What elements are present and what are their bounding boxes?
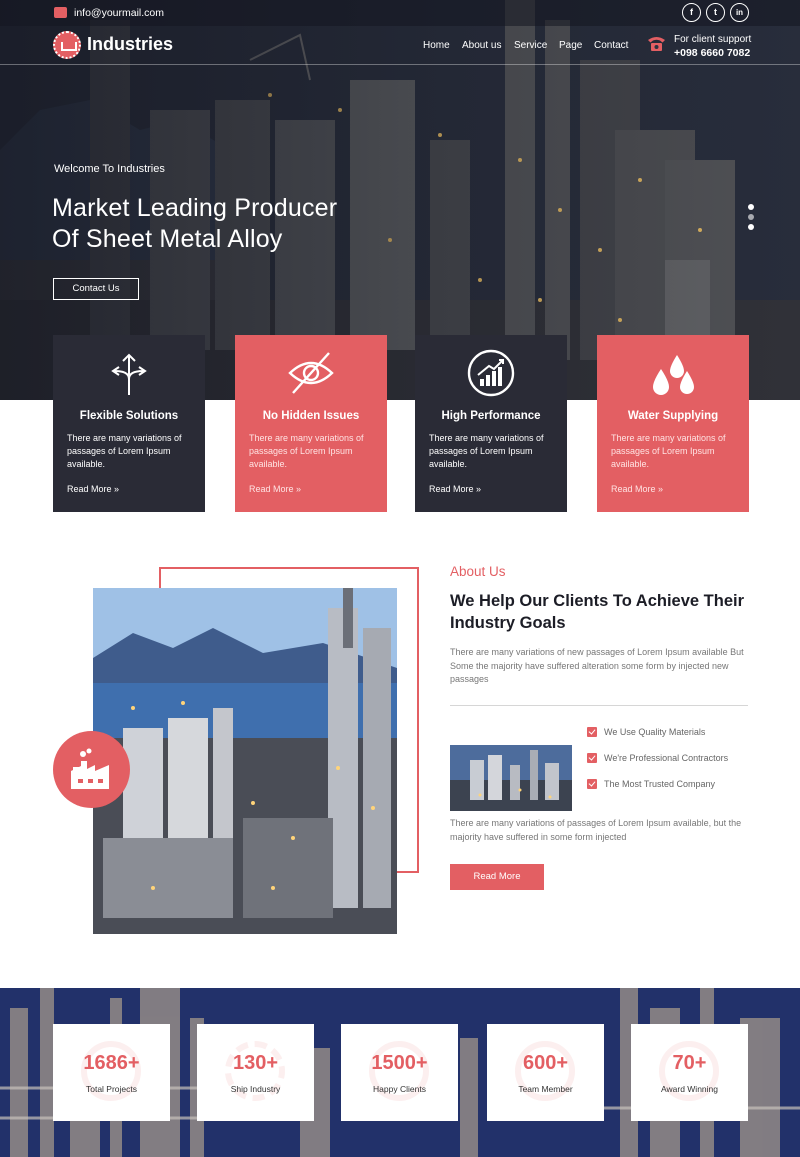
feature-desc: There are many variations of passages of… (611, 433, 726, 469)
double-chevron-icon: » (114, 484, 120, 494)
stat-value: 1686+ (83, 1052, 140, 1074)
about-title: We Help Our Clients To Achieve Their Ind… (450, 592, 745, 632)
stat-card-awards: 70+ Award Winning (631, 1024, 748, 1121)
read-more-link[interactable]: Read More » (249, 484, 301, 494)
feature-card-water: Water Supplying There are many variation… (597, 335, 749, 512)
growth-chart-icon (467, 349, 515, 397)
feature-title: No Hidden Issues (262, 410, 360, 422)
phone-icon (648, 37, 665, 51)
feature-desc: There are many variations of passages of… (249, 433, 364, 469)
slider-dot-3[interactable] (748, 224, 754, 230)
check-icon (587, 779, 597, 789)
stat-value: 600+ (522, 1052, 569, 1074)
stat-value: 70+ (672, 1052, 707, 1074)
read-more-label: Read More (249, 484, 294, 494)
stat-card-team: 600+ Team Member (487, 1024, 604, 1121)
feature-desc: There are many variations of passages of… (429, 433, 544, 469)
brand-name[interactable]: Industries (87, 34, 173, 55)
feature-desc: There are many variations of passages of… (67, 433, 182, 469)
stat-label: Award Winning (660, 1084, 718, 1094)
nav-about[interactable]: About us (462, 40, 501, 51)
read-more-link[interactable]: Read More » (611, 484, 663, 494)
check-icon (587, 753, 597, 763)
linkedin-icon[interactable]: in (730, 3, 749, 22)
stat-card-ship: 130+ Ship Industry (197, 1024, 314, 1121)
about-read-more-button[interactable]: Read More (450, 864, 544, 890)
support-phone[interactable]: +098 6660 7082 (674, 47, 750, 59)
hero-headline-line2: Of Sheet Metal Alloy (52, 225, 283, 253)
nav-contact[interactable]: Contact (594, 40, 628, 51)
facebook-icon[interactable]: f (682, 3, 701, 22)
nav-service[interactable]: Service (514, 40, 547, 51)
stat-label: Happy Clients (373, 1084, 426, 1094)
about-thumbnail-image (450, 745, 572, 811)
water-drops-icon (653, 355, 694, 395)
support-label: For client support (674, 34, 752, 45)
stat-value: 1500+ (371, 1052, 428, 1074)
hero-headline-line1: Market Leading Producer (52, 194, 338, 222)
check-item-1: We Use Quality Materials (604, 727, 706, 737)
slider-dot-2[interactable] (748, 214, 754, 220)
eye-slash-icon (288, 352, 334, 394)
read-more-link[interactable]: Read More » (67, 484, 119, 494)
stat-card-projects: 1686+ Total Projects (53, 1024, 170, 1121)
header-divider (0, 64, 800, 65)
read-more-link[interactable]: Read More » (429, 484, 481, 494)
stat-value: 130+ (232, 1052, 279, 1074)
hero-welcome: Welcome To Industries (54, 163, 165, 175)
check-icon (587, 727, 597, 737)
topbar-email[interactable]: info@yourmail.com (74, 7, 164, 19)
stat-label: Team Member (518, 1084, 573, 1094)
mail-icon (54, 7, 67, 18)
feature-card-performance: High Performance There are many variatio… (415, 335, 567, 512)
double-chevron-icon: » (658, 484, 664, 494)
about-divider (450, 705, 748, 706)
read-more-label: Read More (67, 484, 112, 494)
stat-card-clients: 1500+ Happy Clients (341, 1024, 458, 1121)
read-more-label: Read More (611, 484, 656, 494)
stat-label: Ship Industry (230, 1084, 281, 1094)
feature-card-hidden-issues: No Hidden Issues There are many variatio… (235, 335, 387, 512)
slider-dot-1[interactable] (748, 204, 754, 210)
hero-headline: Market Leading Producer Of Sheet Metal A… (52, 193, 452, 255)
feature-title: Flexible Solutions (79, 410, 179, 422)
factory-icon (71, 748, 109, 789)
contact-us-button[interactable]: Contact Us (53, 278, 139, 300)
twitter-icon[interactable]: t (706, 3, 725, 22)
feature-title: Water Supplying (627, 410, 719, 422)
feature-card-flexible: Flexible Solutions There are many variat… (53, 335, 205, 512)
arrows-split-icon (111, 353, 147, 395)
about-text: There are many variations of new passage… (450, 647, 744, 684)
factory-badge (53, 731, 130, 808)
double-chevron-icon: » (476, 484, 482, 494)
stat-label: Total Projects (85, 1084, 138, 1094)
logo-icon[interactable] (53, 31, 81, 59)
about-factory-image (93, 588, 397, 934)
feature-title: High Performance (441, 410, 541, 422)
check-item-3: The Most Trusted Company (604, 779, 716, 789)
check-item-2: We're Professional Contractors (604, 753, 729, 763)
nav-page[interactable]: Page (559, 40, 582, 51)
nav-home[interactable]: Home (423, 40, 450, 51)
read-more-label: Read More (429, 484, 474, 494)
about-text-secondary: There are many variations of passages of… (450, 818, 742, 842)
about-kicker: About Us (450, 564, 506, 579)
double-chevron-icon: » (296, 484, 302, 494)
